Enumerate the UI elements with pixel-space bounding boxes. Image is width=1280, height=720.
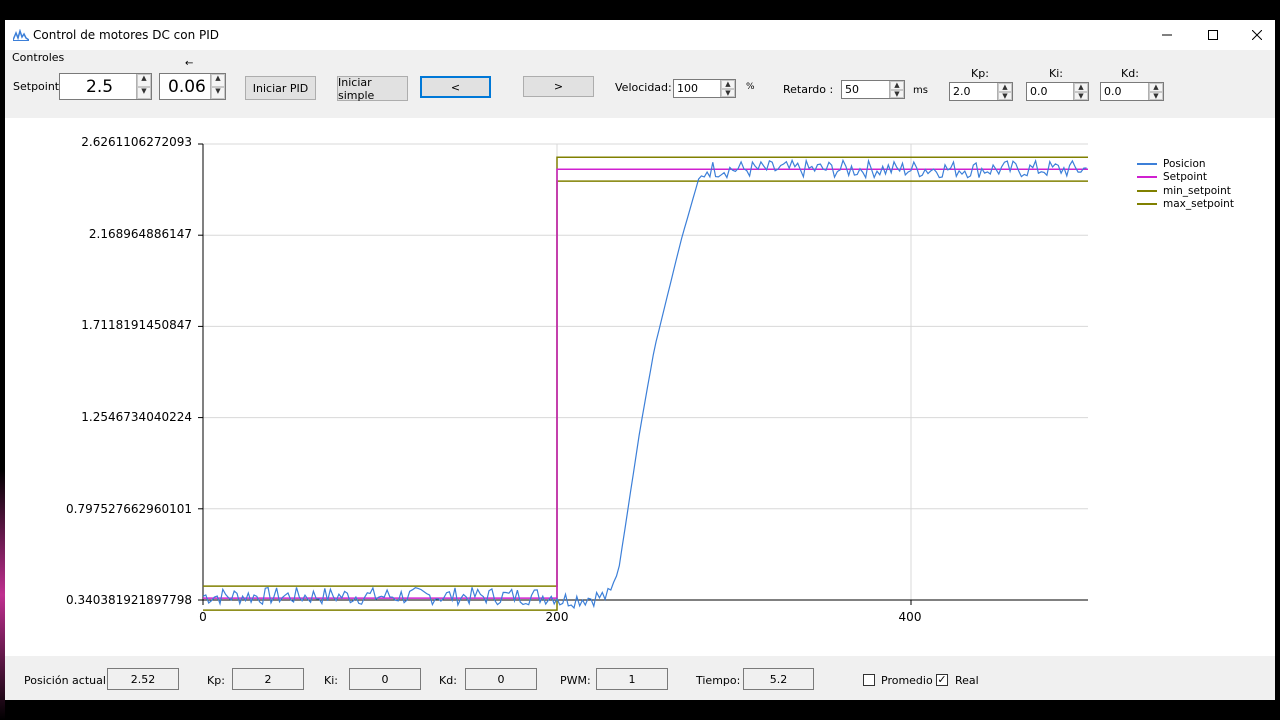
velocidad-input[interactable]: 100 ▲ ▼ — [673, 79, 736, 98]
promedio-label: Promedio — [881, 674, 933, 687]
kd-value: 0.0 — [1104, 85, 1122, 98]
ki-down-button[interactable]: ▼ — [1074, 91, 1088, 100]
chart-area: 2.6261106272093 2.168964886147 1.7118191… — [5, 118, 1275, 656]
status-kp-output: 2 — [232, 668, 304, 690]
legend-label: Setpoint — [1163, 171, 1208, 183]
setpoint-value: 2.5 — [86, 76, 114, 97]
kp-up-button[interactable]: ▲ — [998, 83, 1012, 92]
iniciar-pid-button[interactable]: Iniciar PID — [245, 76, 316, 100]
kp-value: 2.0 — [953, 85, 971, 98]
close-button[interactable] — [1234, 20, 1275, 50]
pwm-label: PWM: — [560, 674, 591, 687]
legend-item-posicion: Posicion — [1137, 158, 1206, 170]
next-button[interactable]: > — [523, 76, 594, 97]
velocidad-up-button[interactable]: ▲ — [721, 80, 735, 89]
retardo-up-button[interactable]: ▲ — [890, 81, 904, 90]
ki-label: Ki: — [1049, 67, 1063, 80]
posicion-output: 2.52 — [107, 668, 179, 690]
setpoint-down-button[interactable]: ▼ — [137, 86, 151, 99]
setpoint-up-button[interactable]: ▲ — [137, 74, 151, 87]
tiempo-output: 5.2 — [743, 668, 814, 690]
window-title: Control de motores DC con PID — [33, 28, 220, 42]
step-up-button[interactable]: ▲ — [211, 74, 225, 87]
close-icon — [1252, 30, 1262, 40]
kd-label: Kd: — [1121, 67, 1139, 80]
status-kd-output: 0 — [465, 668, 537, 690]
kp-down-button[interactable]: ▼ — [998, 91, 1012, 100]
legend-item-max-setpoint: max_setpoint — [1137, 198, 1234, 210]
maximize-button[interactable] — [1190, 20, 1236, 50]
series-line-posicion — [202, 158, 1087, 610]
status-ki-output: 0 — [349, 668, 421, 690]
status-kp-label: Kp: — [207, 674, 225, 687]
status-bar: Posición actual: 2.52 Kp: 2 Ki: 0 Kd: 0 … — [5, 656, 1275, 700]
status-ki-label: Ki: — [324, 674, 338, 687]
legend-label: Posicion — [1163, 158, 1206, 170]
step-input[interactable]: 0.06 ▲ ▼ — [159, 73, 226, 100]
setpoint-input[interactable]: 2.5 ▲ ▼ — [59, 73, 152, 100]
series-line-max-setpoint — [203, 156, 1088, 587]
posicion-label: Posición actual: — [24, 674, 110, 687]
legend-label: max_setpoint — [1163, 198, 1234, 210]
retardo-value: 50 — [845, 83, 859, 96]
iniciar-simple-button[interactable]: Iniciar simple — [337, 76, 408, 102]
maximize-icon — [1208, 30, 1218, 40]
step-arrow-icon: ← — [185, 58, 194, 69]
series-line-setpoint — [203, 168, 1088, 599]
velocidad-label: Velocidad: — [615, 81, 672, 94]
main-window: Control de motores DC con PID Controles … — [5, 20, 1275, 700]
kp-label: Kp: — [971, 67, 989, 80]
retardo-input[interactable]: 50 ▲ ▼ — [841, 80, 905, 99]
promedio-checkbox[interactable] — [863, 674, 875, 686]
legend-label: min_setpoint — [1163, 185, 1231, 197]
velocidad-down-button[interactable]: ▼ — [721, 88, 735, 97]
step-down-button[interactable]: ▼ — [211, 86, 225, 99]
plot-svg — [198, 143, 1088, 611]
kd-input[interactable]: 0.0 ▲ ▼ — [1100, 82, 1164, 101]
retardo-unit: ms — [913, 85, 928, 96]
minimize-button[interactable] — [1144, 20, 1190, 50]
real-checkbox[interactable]: ✓ — [936, 674, 948, 686]
tiempo-label: Tiempo: — [696, 674, 741, 687]
real-label: Real — [955, 674, 979, 687]
step-value: 0.06 — [168, 76, 206, 97]
retardo-label: Retardo : — [783, 83, 834, 96]
kd-down-button[interactable]: ▼ — [1149, 91, 1163, 100]
ki-input[interactable]: 0.0 ▲ ▼ — [1026, 82, 1089, 101]
ki-up-button[interactable]: ▲ — [1074, 83, 1088, 92]
title-bar: Control de motores DC con PID — [5, 20, 1275, 50]
legend-item-min-setpoint: min_setpoint — [1137, 185, 1231, 197]
velocidad-value: 100 — [677, 82, 698, 95]
app-icon — [13, 29, 29, 41]
status-kd-label: Kd: — [439, 674, 457, 687]
retardo-down-button[interactable]: ▼ — [890, 89, 904, 98]
setpoint-label: Setpoint: — [13, 80, 63, 93]
minimize-icon — [1162, 34, 1172, 36]
ki-value: 0.0 — [1030, 85, 1048, 98]
velocidad-unit: % — [746, 82, 755, 92]
controls-group-label: Controles — [12, 51, 65, 64]
kd-up-button[interactable]: ▲ — [1149, 83, 1163, 92]
kp-input[interactable]: 2.0 ▲ ▼ — [949, 82, 1013, 101]
previous-button[interactable]: < — [420, 76, 491, 98]
legend-item-setpoint: Setpoint — [1137, 171, 1207, 183]
pwm-output: 1 — [596, 668, 668, 690]
